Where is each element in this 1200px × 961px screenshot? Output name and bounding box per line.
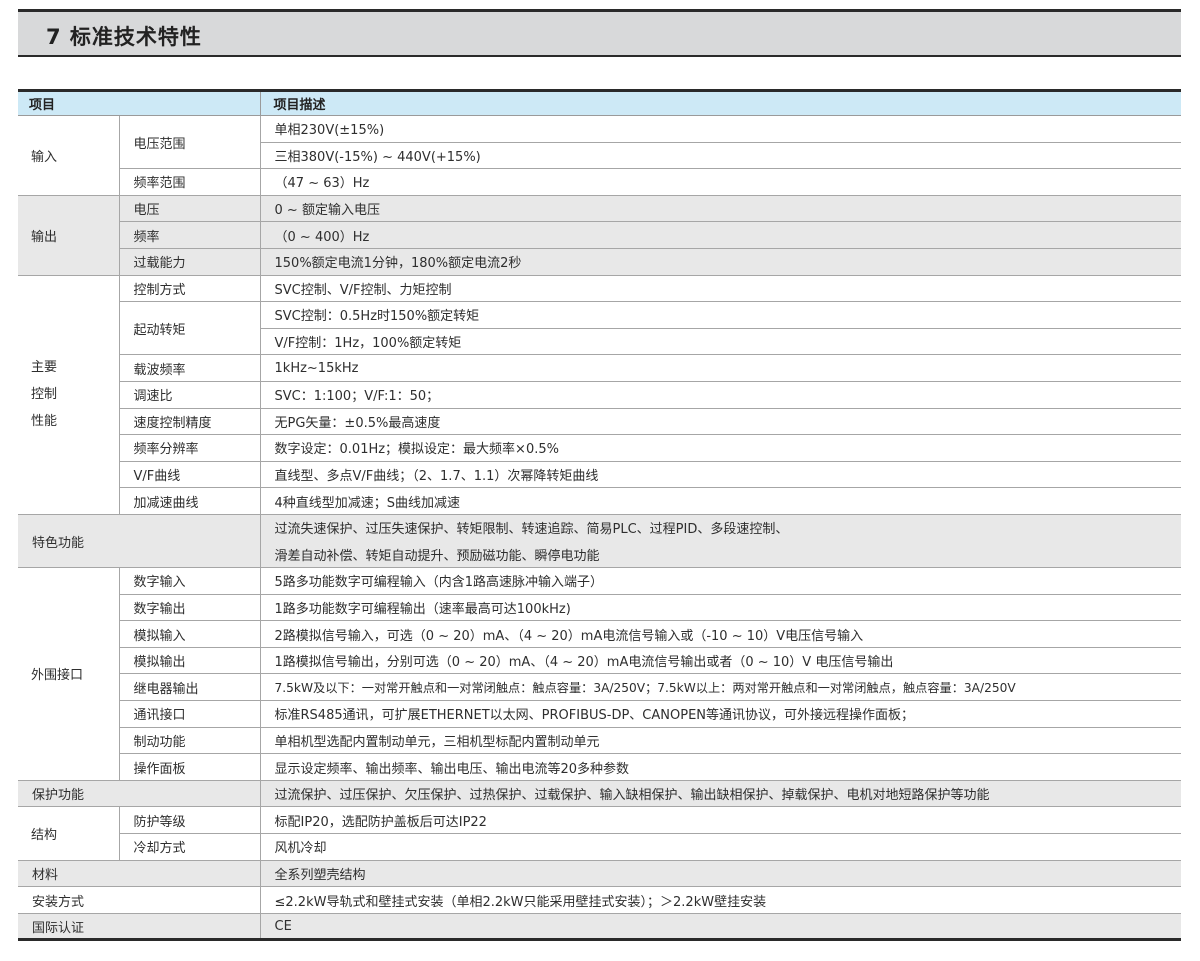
row-label: 起动转矩 (119, 301, 261, 356)
group-label-cert: 国际认证 (18, 913, 261, 940)
row-desc: 7.5kW及以下：一对常开触点和一对常闭触点：触点容量：3A/250V；7.5k… (259, 673, 1182, 702)
table-row: 操作面板 显示设定频率、输出频率、输出电压、输出电流等20多种参数 (18, 753, 1182, 781)
row-desc: （0 ~ 400）Hz (259, 221, 1182, 249)
table-row: 保护功能 过流保护、过压保护、欠压保护、过热保护、过载保护、输入缺相保护、输出缺… (18, 780, 1182, 808)
row-desc: V/F控制：1Hz，100%额定转矩 (259, 328, 1182, 356)
table-row: 加减速曲线 4种直线型加减速；S曲线加减速 (18, 487, 1182, 515)
row-desc: 1kHz~15kHz (259, 354, 1182, 382)
table-row: 频率 （0 ~ 400）Hz (18, 221, 1182, 249)
header-item: 项目 (18, 90, 261, 116)
table-row: 安装方式 ≤2.2kW导轨式和壁挂式安装（单相2.2kW只能采用壁挂式安装）；＞… (18, 886, 1182, 914)
row-desc: 150%额定电流1分钟，180%额定电流2秒 (259, 248, 1182, 276)
row-label: 数字输入 (119, 567, 261, 595)
row-label: 通讯接口 (119, 700, 261, 728)
table-row: 输出 电压 0 ~ 额定输入电压 (18, 195, 1182, 276)
group-label-output: 输出 (18, 195, 120, 276)
table-row: 材料 全系列塑壳结构 (18, 860, 1182, 888)
table-row: 起动转矩 SVC控制：0.5Hz时150%额定转矩 (18, 301, 1182, 356)
row-label: 调速比 (119, 381, 261, 409)
row-label: 过载能力 (119, 248, 261, 276)
row-label: 模拟输出 (119, 647, 261, 675)
group-label-control: 主要 控制 性能 (18, 275, 120, 515)
group-label-input: 输入 (18, 115, 120, 196)
row-desc: ≤2.2kW导轨式和壁挂式安装（单相2.2kW只能采用壁挂式安装）；＞2.2kW… (259, 886, 1182, 914)
table-row: 冷却方式 风机冷却 (18, 833, 1182, 861)
table-row: 主要 控制 性能 控制方式 SVC控制、V/F控制、力矩控制 (18, 275, 1182, 515)
row-desc: 全系列塑壳结构 (259, 860, 1182, 888)
row-label: 模拟输入 (119, 620, 261, 648)
row-desc: 1路多功能数字可编程输出（速率最高可达100kHz) (259, 594, 1182, 622)
row-label: 数字输出 (119, 594, 261, 622)
table-row: 制动功能 单相机型选配内置制动单元，三相机型标配内置制动单元 (18, 727, 1182, 755)
row-label: 继电器输出 (119, 673, 261, 702)
table-row: 模拟输入 2路模拟信号输入，可选（0 ~ 20）mA、（4 ~ 20）mA电流信… (18, 620, 1182, 648)
row-label: 频率 (119, 221, 261, 249)
table-row: 调速比 SVC：1:100；V/F:1：50； (18, 381, 1182, 409)
table-row: 输入 电压范围 单相230V(±15%) (18, 115, 1182, 196)
row-label: 制动功能 (119, 727, 261, 755)
row-label: 控制方式 (119, 275, 261, 303)
table-row: 频率分辨率 数字设定：0.01Hz；模拟设定：最大频率×0.5% (18, 434, 1182, 462)
table-row: 载波频率 1kHz~15kHz (18, 354, 1182, 382)
row-desc: 数字设定：0.01Hz；模拟设定：最大频率×0.5% (259, 434, 1182, 462)
row-desc: 滑差自动补偿、转矩自动提升、预励磁功能、瞬停电功能 (259, 541, 1182, 569)
row-desc: 单相230V(±15%) (259, 115, 1182, 143)
table-row: 速度控制精度 无PG矢量：±0.5%最高速度 (18, 408, 1182, 436)
row-label: 操作面板 (119, 753, 261, 781)
table-row: 模拟输出 1路模拟信号输出，分别可选（0 ~ 20）mA、（4 ~ 20）mA电… (18, 647, 1182, 675)
group-label-features: 特色功能 (18, 514, 261, 569)
table-row: 继电器输出 7.5kW及以下：一对常开触点和一对常闭触点：触点容量：3A/250… (18, 673, 1182, 702)
row-desc: 显示设定频率、输出频率、输出电压、输出电流等20多种参数 (259, 753, 1182, 781)
row-desc: （47 ~ 63）Hz (259, 168, 1182, 196)
row-label: 防护等级 (119, 806, 261, 835)
group-label-material: 材料 (18, 860, 261, 888)
spec-table: 项目 项目描述 输入 电压范围 单相230V(±15%) 三相380V(-15%… (18, 89, 1182, 942)
row-desc: 风机冷却 (259, 833, 1182, 861)
table-row: V/F曲线 直线型、多点V/F曲线；（2、1.7、1.1）次幂降转矩曲线 (18, 461, 1182, 489)
table-row: 外围接口 数字输入 5路多功能数字可编程输入（内含1路高速脉冲输入端子） (18, 567, 1182, 781)
row-desc: SVC控制：0.5Hz时150%额定转矩 (259, 301, 1182, 329)
row-desc: SVC控制、V/F控制、力矩控制 (259, 275, 1182, 303)
row-desc: 三相380V(-15%) ~ 440V(+15%) (259, 142, 1182, 170)
row-label: 频率范围 (119, 168, 261, 196)
group-label-install: 安装方式 (18, 886, 261, 914)
table-row: 国际认证 CE (18, 913, 1182, 940)
row-desc: 单相机型选配内置制动单元，三相机型标配内置制动单元 (259, 727, 1182, 755)
row-desc: 0 ~ 额定输入电压 (259, 195, 1182, 223)
row-desc: 标配IP20，选配防护盖板后可达IP22 (259, 806, 1182, 835)
row-desc: 直线型、多点V/F曲线；（2、1.7、1.1）次幂降转矩曲线 (259, 461, 1182, 489)
row-desc: 过流失速保护、过压失速保护、转矩限制、转速追踪、简易PLC、过程PID、多段速控… (259, 514, 1182, 541)
row-label: 电压范围 (119, 115, 261, 170)
group-label-protection: 保护功能 (18, 780, 261, 808)
group-label-interface: 外围接口 (18, 567, 120, 781)
section-title-bar: 7 标准技术特性 (18, 9, 1181, 57)
row-desc: 过流保护、过压保护、欠压保护、过热保护、过载保护、输入缺相保护、输出缺相保护、掉… (259, 780, 1182, 808)
table-header-row: 项目 项目描述 (18, 90, 1182, 116)
row-label: 频率分辨率 (119, 434, 261, 462)
table-row: 通讯接口 标准RS485通讯，可扩展ETHERNET以太网、PROFIBUS-D… (18, 700, 1182, 728)
group-label-structure: 结构 (18, 806, 120, 861)
section-title: 7 标准技术特性 (46, 25, 202, 49)
table-row: 特色功能 过流失速保护、过压失速保护、转矩限制、转速追踪、简易PLC、过程PID… (18, 514, 1182, 569)
row-label: V/F曲线 (119, 461, 261, 489)
row-label: 冷却方式 (119, 833, 261, 861)
row-label: 加减速曲线 (119, 487, 261, 515)
table-row: 频率范围 （47 ~ 63）Hz (18, 168, 1182, 196)
row-desc: CE (259, 913, 1182, 940)
row-label: 载波频率 (119, 354, 261, 382)
row-desc: 1路模拟信号输出，分别可选（0 ~ 20）mA、（4 ~ 20）mA电流信号输出… (259, 647, 1182, 675)
table-row: 数字输出 1路多功能数字可编程输出（速率最高可达100kHz) (18, 594, 1182, 622)
header-desc: 项目描述 (259, 90, 1182, 116)
row-desc: 5路多功能数字可编程输入（内含1路高速脉冲输入端子） (259, 567, 1182, 595)
row-label: 速度控制精度 (119, 408, 261, 436)
row-desc: SVC：1:100；V/F:1：50； (259, 381, 1182, 409)
row-label: 电压 (119, 195, 261, 223)
row-desc: 无PG矢量：±0.5%最高速度 (259, 408, 1182, 436)
table-row: 过载能力 150%额定电流1分钟，180%额定电流2秒 (18, 248, 1182, 276)
row-desc: 标准RS485通讯，可扩展ETHERNET以太网、PROFIBUS-DP、CAN… (259, 700, 1182, 728)
table-row: 结构 防护等级 标配IP20，选配防护盖板后可达IP22 (18, 806, 1182, 861)
row-desc: 2路模拟信号输入，可选（0 ~ 20）mA、（4 ~ 20）mA电流信号输入或（… (259, 620, 1182, 648)
row-desc: 4种直线型加减速；S曲线加减速 (259, 487, 1182, 515)
